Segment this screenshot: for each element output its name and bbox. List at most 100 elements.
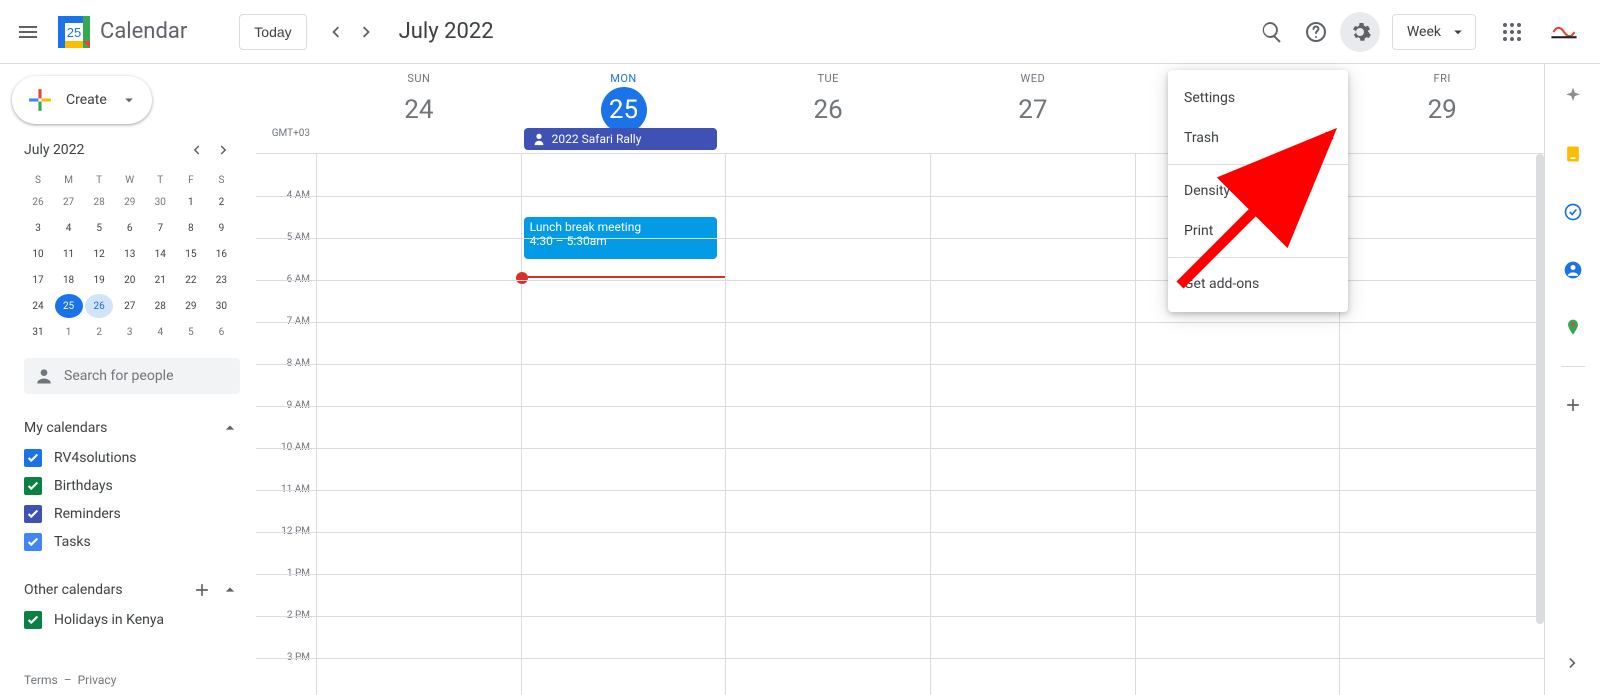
mini-calendar-day[interactable]: 7 (146, 216, 174, 240)
mini-calendar-day[interactable]: 15 (177, 242, 205, 266)
mini-calendar-day[interactable]: 28 (146, 294, 174, 318)
mini-calendar-day[interactable]: 23 (207, 268, 235, 292)
day-number[interactable]: 27 (1010, 87, 1056, 133)
settings-menu-get-add-ons[interactable]: Get add-ons (1168, 264, 1348, 304)
hour-gridline (256, 406, 1544, 407)
prev-period-button[interactable] (319, 16, 351, 48)
calendar-list-item[interactable]: RV4solutions (24, 444, 240, 472)
mini-calendar-day[interactable]: 13 (116, 242, 144, 266)
side-app-keep[interactable] (1553, 134, 1593, 174)
calendar-checkbox[interactable] (24, 449, 42, 467)
mini-calendar-day[interactable]: 26 (24, 190, 52, 214)
day-number[interactable]: 29 (1419, 87, 1465, 133)
mini-calendar-day[interactable]: 5 (85, 216, 113, 240)
mini-calendar-day[interactable]: 29 (177, 294, 205, 318)
mini-calendar-day[interactable]: 28 (85, 190, 113, 214)
settings-menu-print[interactable]: Print (1168, 211, 1348, 251)
settings-menu-trash[interactable]: Trash (1168, 118, 1348, 158)
settings-menu-button[interactable] (1340, 12, 1380, 52)
mini-calendar-day[interactable]: 10 (24, 242, 52, 266)
mini-calendar-day[interactable]: 30 (207, 294, 235, 318)
mini-calendar-day[interactable]: 29 (116, 190, 144, 214)
day-column[interactable] (316, 154, 521, 695)
search-button[interactable] (1252, 12, 1292, 52)
mini-calendar-day[interactable]: 4 (146, 320, 174, 344)
time-grid[interactable]: 4 AM5 AM6 AM7 AM8 AM9 AM10 AM11 AM12 PM1… (256, 154, 1544, 695)
side-app-maps[interactable] (1553, 308, 1593, 348)
mini-calendar-day[interactable]: 27 (116, 294, 144, 318)
main-menu-button[interactable] (8, 12, 48, 52)
create-button[interactable]: Create (12, 76, 152, 124)
mini-calendar-day[interactable]: 24 (24, 294, 52, 318)
mini-calendar-day[interactable]: 6 (116, 216, 144, 240)
mini-calendar-day[interactable]: 30 (146, 190, 174, 214)
calendar-list-item[interactable]: Birthdays (24, 472, 240, 500)
calendar-checkbox[interactable] (24, 477, 42, 495)
day-number[interactable]: 25 (601, 87, 647, 133)
search-people-input[interactable]: Search for people (24, 358, 240, 394)
add-other-calendar-button[interactable] (192, 580, 212, 600)
mini-calendar-day[interactable]: 4 (55, 216, 83, 240)
settings-menu-settings[interactable]: Settings (1168, 78, 1348, 118)
calendar-checkbox[interactable] (24, 533, 42, 551)
mini-calendar-day[interactable]: 1 (55, 320, 83, 344)
day-column[interactable] (725, 154, 930, 695)
mini-prev-month-button[interactable] (184, 138, 208, 162)
scrollbar-thumb[interactable] (1536, 154, 1544, 624)
privacy-link[interactable]: Privacy (78, 673, 117, 687)
calendar-list-item[interactable]: Tasks (24, 528, 240, 556)
mini-calendar-day[interactable]: 8 (177, 216, 205, 240)
side-panel-collapse-button[interactable] (1553, 643, 1593, 683)
sidebar: Create July 2022 SMTWTFS 262728293012345… (0, 64, 256, 695)
mini-calendar-day[interactable]: 3 (24, 216, 52, 240)
mini-calendar-day[interactable]: 14 (146, 242, 174, 266)
mini-calendar-day[interactable]: 25 (55, 294, 83, 318)
allday-event[interactable]: 2022 Safari Rally (524, 128, 718, 150)
mini-calendar-day[interactable]: 2 (207, 190, 235, 214)
mini-calendar-day[interactable]: 21 (146, 268, 174, 292)
other-calendars-toggle[interactable]: Other calendars (24, 574, 240, 606)
side-app-gemini[interactable] (1553, 76, 1593, 116)
mini-calendar-day[interactable]: 1 (177, 190, 205, 214)
mini-calendar-day[interactable]: 9 (207, 216, 235, 240)
calendar-list-item[interactable]: Reminders (24, 500, 240, 528)
mini-calendar-day[interactable]: 11 (55, 242, 83, 266)
mini-calendar-day[interactable]: 16 (207, 242, 235, 266)
day-number[interactable]: 26 (805, 87, 851, 133)
calendar-checkbox[interactable] (24, 505, 42, 523)
day-number[interactable]: 24 (396, 87, 442, 133)
google-apps-button[interactable] (1492, 12, 1532, 52)
mini-calendar-day[interactable]: 31 (24, 320, 52, 344)
day-column[interactable] (930, 154, 1135, 695)
grid-scrollbar[interactable] (1536, 154, 1544, 695)
account-button[interactable] (1544, 12, 1584, 52)
mini-calendar-day[interactable]: 5 (177, 320, 205, 344)
mini-calendar-day[interactable]: 17 (24, 268, 52, 292)
mini-calendar-day[interactable]: 3 (116, 320, 144, 344)
side-panel-add-button[interactable] (1553, 385, 1593, 425)
mini-calendar-day[interactable]: 12 (85, 242, 113, 266)
calendar-list-item[interactable]: Holidays in Kenya (24, 606, 240, 634)
mini-calendar-day[interactable]: 2 (85, 320, 113, 344)
mini-calendar-day[interactable]: 27 (55, 190, 83, 214)
mini-calendar-day[interactable]: 22 (177, 268, 205, 292)
calendar-checkbox[interactable] (24, 611, 42, 629)
terms-link[interactable]: Terms (24, 673, 58, 687)
mini-calendar-day[interactable]: 18 (55, 268, 83, 292)
side-app-contacts[interactable] (1553, 250, 1593, 290)
day-column[interactable]: Lunch break meeting4:30 – 5:30am (521, 154, 726, 695)
mini-calendar-day[interactable]: 6 (207, 320, 235, 344)
settings-menu-density-and-color[interactable]: Density and color (1168, 171, 1348, 211)
view-switcher[interactable]: Week (1392, 14, 1476, 50)
mini-calendar-day[interactable]: 20 (116, 268, 144, 292)
side-app-tasks[interactable] (1553, 192, 1593, 232)
next-period-button[interactable] (351, 16, 383, 48)
search-people-placeholder: Search for people (64, 368, 174, 384)
day-column[interactable] (1339, 154, 1544, 695)
mini-next-month-button[interactable] (212, 138, 236, 162)
support-button[interactable] (1296, 12, 1336, 52)
today-button[interactable]: Today (239, 14, 306, 50)
mini-calendar-day[interactable]: 19 (85, 268, 113, 292)
my-calendars-toggle[interactable]: My calendars (24, 412, 240, 444)
mini-calendar-day[interactable]: 26 (85, 294, 113, 318)
